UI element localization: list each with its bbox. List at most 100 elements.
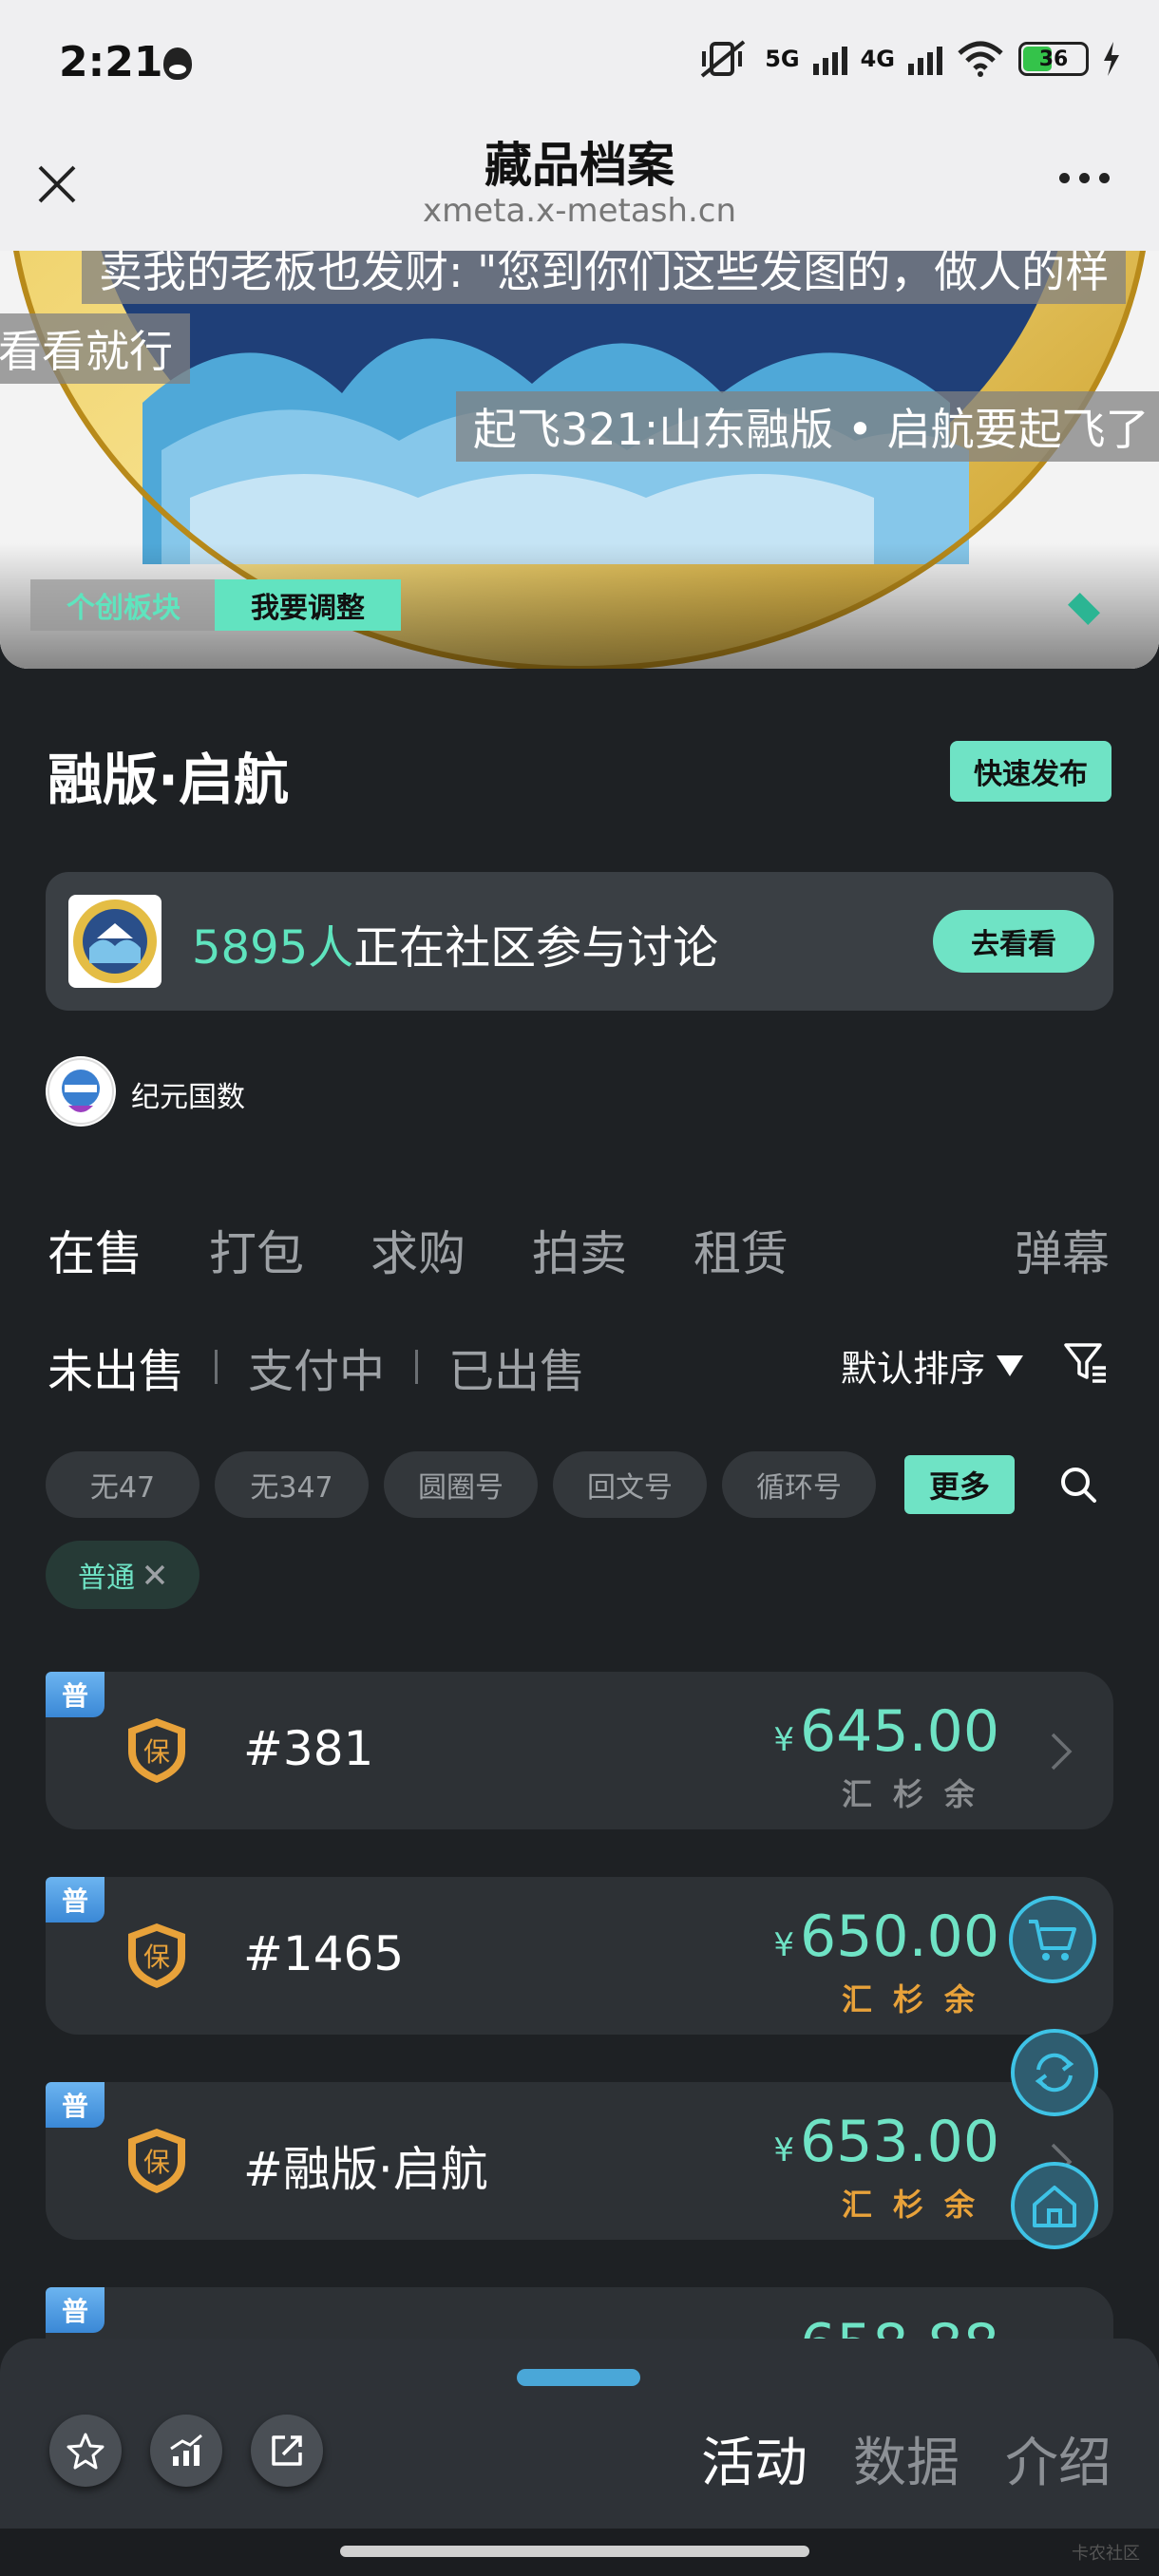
number-filter-chips: 无47 无347 圆圈号 回文号 循环号 xyxy=(46,1451,876,1518)
sheet-handle[interactable] xyxy=(517,2369,640,2386)
currency-symbol: ¥ xyxy=(773,1721,795,1759)
subtab-unsold[interactable]: 未出售 xyxy=(48,1334,184,1400)
quick-publish-button[interactable]: 快速发布 xyxy=(950,741,1112,802)
listing-number: #381 xyxy=(243,1721,374,1776)
share-icon xyxy=(272,2435,302,2466)
detail-tabs: 活动 数据 介绍 xyxy=(701,2420,1112,2497)
chevron-right-icon xyxy=(1051,1733,1073,1771)
caret-down-icon xyxy=(997,1354,1024,1376)
wifi-icon xyxy=(958,41,1003,77)
status-subtabs: 未出售 支付中 已出售 xyxy=(48,1334,585,1400)
community-label: 正在社区参与讨论 xyxy=(353,921,719,975)
issuer-avatar[interactable] xyxy=(46,1056,116,1127)
tab-auction[interactable]: 拍卖 xyxy=(532,1216,627,1284)
listing-price: 645.00 xyxy=(800,1698,999,1765)
adjust-button[interactable]: 我要调整 xyxy=(215,579,401,631)
shield-label: 保 xyxy=(143,1736,170,1768)
type-badge: 普 xyxy=(46,2082,104,2128)
market-tabs: 在售 打包 求购 拍卖 租赁 xyxy=(48,1216,788,1284)
chip-filter[interactable]: 循环号 xyxy=(722,1451,876,1518)
battery-level: 36 xyxy=(1038,47,1069,71)
network-4g-label: 4G xyxy=(860,46,895,72)
bottom-sheet: 活动 数据 介绍 xyxy=(0,2339,1159,2529)
refresh-icon xyxy=(1035,2053,1074,2093)
listing-price: 650.00 xyxy=(800,1904,999,1970)
selected-filter-label: 普通 xyxy=(78,1562,135,1595)
listing-price-line: ¥653.00 xyxy=(773,2109,999,2175)
charging-icon xyxy=(1104,42,1119,76)
payment-methods: 汇杉余 xyxy=(841,2187,996,2223)
status-bar: 2:21 5G 4G 36 xyxy=(0,0,1159,133)
cart-icon xyxy=(1029,1920,1076,1960)
issuer-name[interactable]: 纪元国数 xyxy=(131,1073,245,1115)
qq-notification-icon xyxy=(163,47,192,80)
listing-price-line: ¥645.00 xyxy=(773,1698,999,1765)
signal-4g-icon xyxy=(908,43,942,75)
tab-activity[interactable]: 活动 xyxy=(701,2420,808,2497)
type-badge: 普 xyxy=(46,2287,104,2333)
filter-icon[interactable] xyxy=(1062,1339,1108,1385)
chip-filter[interactable]: 圆圈号 xyxy=(384,1451,538,1518)
chip-filter[interactable]: 无47 xyxy=(46,1451,200,1518)
chart-button[interactable] xyxy=(150,2415,222,2487)
watermark: 卡农社区 xyxy=(1072,2544,1140,2564)
more-filters-button[interactable]: 更多 xyxy=(904,1455,1015,1514)
community-text: 5895人正在社区参与讨论 xyxy=(192,910,718,976)
tab-wanted[interactable]: 求购 xyxy=(370,1216,466,1284)
favorite-button[interactable] xyxy=(49,2415,122,2487)
search-icon[interactable] xyxy=(1058,1465,1098,1505)
community-card[interactable]: 5895人正在社区参与讨论 去看看 xyxy=(46,872,1113,1011)
shield-label: 保 xyxy=(143,2147,170,2178)
danmaku-toggle[interactable]: 弹幕 xyxy=(1015,1216,1110,1284)
mute-vibrate-icon xyxy=(700,40,746,78)
battery-icon: 36 xyxy=(1018,42,1089,76)
signal-5g-icon xyxy=(812,43,847,75)
listing-number: #融版·启航 xyxy=(243,2142,488,2197)
cart-button[interactable] xyxy=(1009,1896,1096,1983)
danmu-comment: 起飞321:山东融版 • 启航要起飞了 xyxy=(456,391,1159,462)
home-gesture-bar[interactable] xyxy=(340,2546,809,2557)
listing-row[interactable]: 普 保 #融版·启航 ¥653.00 汇杉余 xyxy=(46,2082,1113,2240)
home-button[interactable] xyxy=(1011,2162,1098,2249)
tab-data[interactable]: 数据 xyxy=(853,2420,960,2497)
listing-number: #1465 xyxy=(243,1926,405,1981)
board-tag[interactable]: 个创板块 xyxy=(30,579,217,631)
divider xyxy=(215,1350,218,1384)
star-icon xyxy=(66,2433,104,2470)
go-look-button[interactable]: 去看看 xyxy=(933,910,1094,973)
page-title: 藏品档案 xyxy=(484,138,674,193)
tab-bundle[interactable]: 打包 xyxy=(209,1216,304,1284)
listing-row[interactable]: 普 保 #1465 ¥650.00 汇杉余 xyxy=(46,1877,1113,2035)
tab-on-sale[interactable]: 在售 xyxy=(48,1216,142,1284)
shield-label: 保 xyxy=(143,1941,170,1973)
danmu-comment: 卖我的老板也发财: "您到你们这些发图的，做人的样 xyxy=(82,251,1127,304)
share-button[interactable] xyxy=(251,2415,323,2487)
status-icons: 5G 4G 36 xyxy=(698,38,1121,80)
remove-filter-icon[interactable] xyxy=(142,1563,167,1587)
collectible-name: 融版·启航 xyxy=(48,748,290,812)
tab-intro[interactable]: 介绍 xyxy=(1005,2420,1112,2497)
refresh-button[interactable] xyxy=(1011,2029,1098,2116)
payment-methods: 汇杉余 xyxy=(841,1776,996,1812)
sort-label: 默认排序 xyxy=(841,1348,986,1390)
type-badge: 普 xyxy=(46,1877,104,1923)
tab-rental[interactable]: 租赁 xyxy=(694,1216,788,1284)
currency-symbol: ¥ xyxy=(773,2131,795,2169)
chip-filter[interactable]: 无347 xyxy=(215,1451,369,1518)
listing-row[interactable]: 普 保 #381 ¥645.00 汇杉余 xyxy=(46,1672,1113,1829)
guarantee-shield-icon: 保 xyxy=(128,1923,185,1988)
listing-price: 653.00 xyxy=(800,2109,999,2175)
chip-filter[interactable]: 回文号 xyxy=(553,1451,707,1518)
status-time: 2:21 xyxy=(59,38,163,86)
listing-price-line: ¥650.00 xyxy=(773,1904,999,1970)
community-count: 5895人 xyxy=(192,921,354,975)
guarantee-shield-icon: 保 xyxy=(128,2129,185,2193)
more-options-icon[interactable] xyxy=(1059,173,1110,183)
network-5g-label: 5G xyxy=(765,46,800,72)
sort-dropdown[interactable]: 默认排序 xyxy=(841,1339,1024,1392)
collectible-banner: 卖我的老板也发财: "您到你们这些发图的，做人的样 看看就行 起飞321:山东融… xyxy=(0,251,1159,669)
guarantee-shield-icon: 保 xyxy=(128,1718,185,1783)
subtab-sold[interactable]: 已出售 xyxy=(448,1334,585,1400)
selected-filter-chip[interactable]: 普通 xyxy=(46,1541,200,1609)
subtab-paying[interactable]: 支付中 xyxy=(248,1334,385,1400)
